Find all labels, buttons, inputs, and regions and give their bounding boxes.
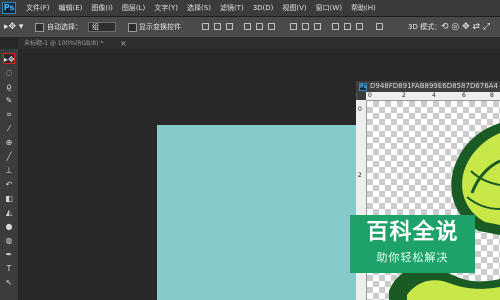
crop-tool-icon[interactable]: ⌗ <box>3 109 15 120</box>
menu-help[interactable]: 帮助(H) <box>351 0 376 16</box>
photoshop-logo-icon: Ps <box>2 2 16 14</box>
document-tab[interactable]: 未标题-1 @ 100%(RGB/8) * <box>24 39 103 49</box>
menu-filter[interactable]: 滤镜(T) <box>220 0 244 16</box>
auto-select-label: 自动选择： <box>47 23 82 31</box>
distribute-vcenter-icon[interactable] <box>302 23 309 30</box>
menu-edit[interactable]: 编辑(E) <box>59 0 83 16</box>
distribute-right-icon[interactable] <box>356 23 363 30</box>
floating-window-title: D948FD891FAB899E6D8587D676A470DC <box>370 82 498 90</box>
align-right-icon[interactable] <box>268 23 275 30</box>
menu-bar: Ps 文件(F) 编辑(E) 图像(I) 图层(L) 文字(Y) 选择(S) 滤… <box>0 0 500 17</box>
move-tool-preset-icon[interactable]: ▸✥ ▾ <box>4 17 23 37</box>
distribute-hcenter-icon[interactable] <box>344 23 351 30</box>
menu-layer[interactable]: 图层(L) <box>122 0 145 16</box>
dodge-tool-icon[interactable]: ◍ <box>3 235 15 246</box>
brush-tool-icon[interactable]: ╱ <box>3 151 15 162</box>
distribute-top-icon[interactable] <box>290 23 297 30</box>
show-transform-checkbox[interactable] <box>128 23 137 32</box>
paint-bucket-tool-icon[interactable]: ◭ <box>3 207 15 218</box>
auto-select-dropdown[interactable]: 组 <box>88 22 116 32</box>
document-canvas[interactable] <box>157 125 367 300</box>
auto-align-icon[interactable] <box>376 23 383 30</box>
eraser-tool-icon[interactable]: ◧ <box>3 193 15 204</box>
align-left-icon[interactable] <box>244 23 251 30</box>
clone-stamp-tool-icon[interactable]: ⊥ <box>3 165 15 176</box>
menu-file[interactable]: 文件(F) <box>26 0 50 16</box>
align-bottom-icon[interactable] <box>226 23 233 30</box>
menu-select[interactable]: 选择(S) <box>187 0 211 16</box>
ruler-h-label: 6 <box>462 92 466 99</box>
pen-tool-icon[interactable]: ✒ <box>3 249 15 260</box>
show-transform-label: 显示变换控件 <box>139 23 181 31</box>
quick-select-tool-icon[interactable]: ✎ <box>3 95 15 106</box>
ruler-v-label: 2 <box>358 172 362 179</box>
blur-tool-icon[interactable]: ● <box>3 221 15 232</box>
path-select-tool-icon[interactable]: ↖ <box>3 277 15 288</box>
align-top-icon[interactable] <box>202 23 209 30</box>
menu-view[interactable]: 视图(V) <box>282 0 306 16</box>
menu-type[interactable]: 文字(Y) <box>154 0 178 16</box>
menu-window[interactable]: 窗口(W) <box>316 0 342 16</box>
distribute-bottom-icon[interactable] <box>314 23 321 30</box>
main-menu: 文件(F) 编辑(E) 图像(I) 图层(L) 文字(Y) 选择(S) 滤镜(T… <box>26 0 385 16</box>
3d-mode-label: 3D 模式： <box>408 23 442 31</box>
ruler-h-label: 0 <box>368 92 372 99</box>
horizontal-ruler[interactable]: 0 2 4 6 8 <box>366 92 500 101</box>
healing-tool-icon[interactable]: ⊕ <box>3 137 15 148</box>
distribute-left-icon[interactable] <box>332 23 339 30</box>
menu-image[interactable]: 图像(I) <box>91 0 113 16</box>
ruler-h-label: 2 <box>402 92 406 99</box>
eyedropper-tool-icon[interactable]: ⁄ <box>3 123 15 134</box>
history-brush-tool-icon[interactable]: ↶ <box>3 179 15 190</box>
auto-select-value: 组 <box>92 23 99 31</box>
lasso-tool-icon[interactable]: ϱ <box>3 81 15 92</box>
type-tool-icon[interactable]: T <box>3 263 15 274</box>
ruler-v-label: 0 <box>358 106 362 113</box>
watermark-subtitle: 助你轻松解决 <box>376 251 449 264</box>
watermark-title: 百科全说 <box>366 220 459 245</box>
marquee-tool-icon[interactable]: ◌ <box>3 67 15 78</box>
auto-select-checkbox[interactable] <box>35 23 44 32</box>
align-vcenter-icon[interactable] <box>214 23 221 30</box>
menu-3d[interactable]: 3D(D) <box>253 0 274 16</box>
ruler-h-label: 4 <box>432 92 436 99</box>
ps-document-icon: Ps <box>359 83 367 91</box>
align-hcenter-icon[interactable] <box>256 23 263 30</box>
ruler-h-label: 8 <box>490 92 494 99</box>
close-tab-icon[interactable]: × <box>120 39 127 49</box>
move-tool-icon[interactable]: ▸✥ <box>3 53 15 64</box>
3d-mode-icons[interactable]: ⟲ ◎ ✥ ⇄ ⤢ <box>441 17 490 37</box>
options-bar: ▸✥ ▾ 自动选择： 组 显示变换控件 3D 模式： ⟲ ◎ ✥ ⇄ ⤢ <box>0 17 500 38</box>
